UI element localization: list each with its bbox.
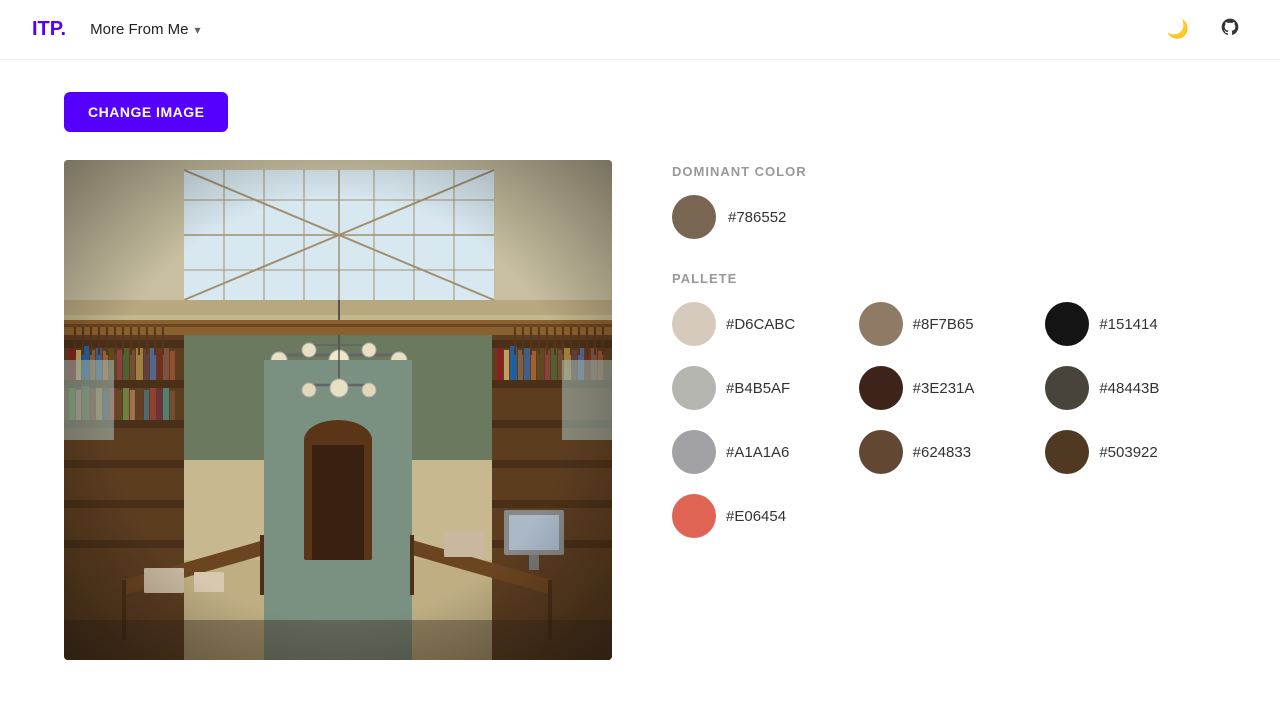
dominant-color-hex: #786552 xyxy=(728,209,786,226)
github-icon xyxy=(1220,17,1240,42)
more-from-me-menu[interactable]: More From Me ▾ xyxy=(90,21,200,38)
library-image xyxy=(64,160,612,660)
palette-color-hex: #D6CABC xyxy=(726,316,795,333)
palette-color-swatch xyxy=(672,430,716,474)
palette-item: #151414 xyxy=(1045,302,1216,346)
color-panel: DOMINANT COLOR #786552 PALLETE #D6CABC #8… xyxy=(672,160,1216,538)
moon-icon: 🌙 xyxy=(1167,19,1189,40)
logo-text: ITP xyxy=(32,18,61,40)
palette-item: #3E231A xyxy=(859,366,1030,410)
palette-item: #E06454 xyxy=(672,494,843,538)
palette-color-swatch xyxy=(859,430,903,474)
navbar: ITP. More From Me ▾ 🌙 xyxy=(0,0,1280,60)
palette-grid: #D6CABC #8F7B65 #151414 #B4B5AF #3E231A #4844… xyxy=(672,302,1216,538)
dominant-color-row: #786552 xyxy=(672,195,1216,239)
palette-color-hex: #8F7B65 xyxy=(913,316,974,333)
main-content: CHANGE IMAGE xyxy=(0,60,1280,692)
dark-mode-toggle[interactable]: 🌙 xyxy=(1160,12,1196,48)
palette-color-hex: #503922 xyxy=(1099,444,1157,461)
navbar-left: ITP. More From Me ▾ xyxy=(32,18,200,41)
image-container xyxy=(64,160,612,660)
palette-color-swatch xyxy=(859,302,903,346)
palette-color-swatch xyxy=(1045,430,1089,474)
palette-color-hex: #48443B xyxy=(1099,380,1159,397)
palette-item: #D6CABC xyxy=(672,302,843,346)
palette-color-swatch xyxy=(1045,302,1089,346)
github-link[interactable] xyxy=(1212,12,1248,48)
palette-item: #B4B5AF xyxy=(672,366,843,410)
palette-color-hex: #151414 xyxy=(1099,316,1157,333)
chevron-down-icon: ▾ xyxy=(194,23,200,37)
palette-item: #48443B xyxy=(1045,366,1216,410)
palette-color-swatch xyxy=(672,494,716,538)
more-from-me-label: More From Me xyxy=(90,21,188,38)
palette-color-swatch xyxy=(1045,366,1089,410)
palette-item: #503922 xyxy=(1045,430,1216,474)
palette-item: #624833 xyxy=(859,430,1030,474)
palette-label: PALLETE xyxy=(672,271,1216,286)
palette-color-swatch xyxy=(672,302,716,346)
palette-item: #A1A1A6 xyxy=(672,430,843,474)
palette-color-hex: #E06454 xyxy=(726,508,786,525)
logo-dot: . xyxy=(61,18,67,40)
palette-color-hex: #624833 xyxy=(913,444,971,461)
dominant-color-label: DOMINANT COLOR xyxy=(672,164,1216,179)
logo: ITP. xyxy=(32,18,66,41)
palette-color-hex: #3E231A xyxy=(913,380,975,397)
content-area: DOMINANT COLOR #786552 PALLETE #D6CABC #8… xyxy=(64,160,1216,660)
palette-color-hex: #B4B5AF xyxy=(726,380,790,397)
palette-item: #8F7B65 xyxy=(859,302,1030,346)
palette-color-swatch xyxy=(672,366,716,410)
palette-color-hex: #A1A1A6 xyxy=(726,444,789,461)
palette-color-swatch xyxy=(859,366,903,410)
navbar-right: 🌙 xyxy=(1160,12,1248,48)
change-image-button[interactable]: CHANGE IMAGE xyxy=(64,92,228,132)
dominant-color-swatch xyxy=(672,195,716,239)
